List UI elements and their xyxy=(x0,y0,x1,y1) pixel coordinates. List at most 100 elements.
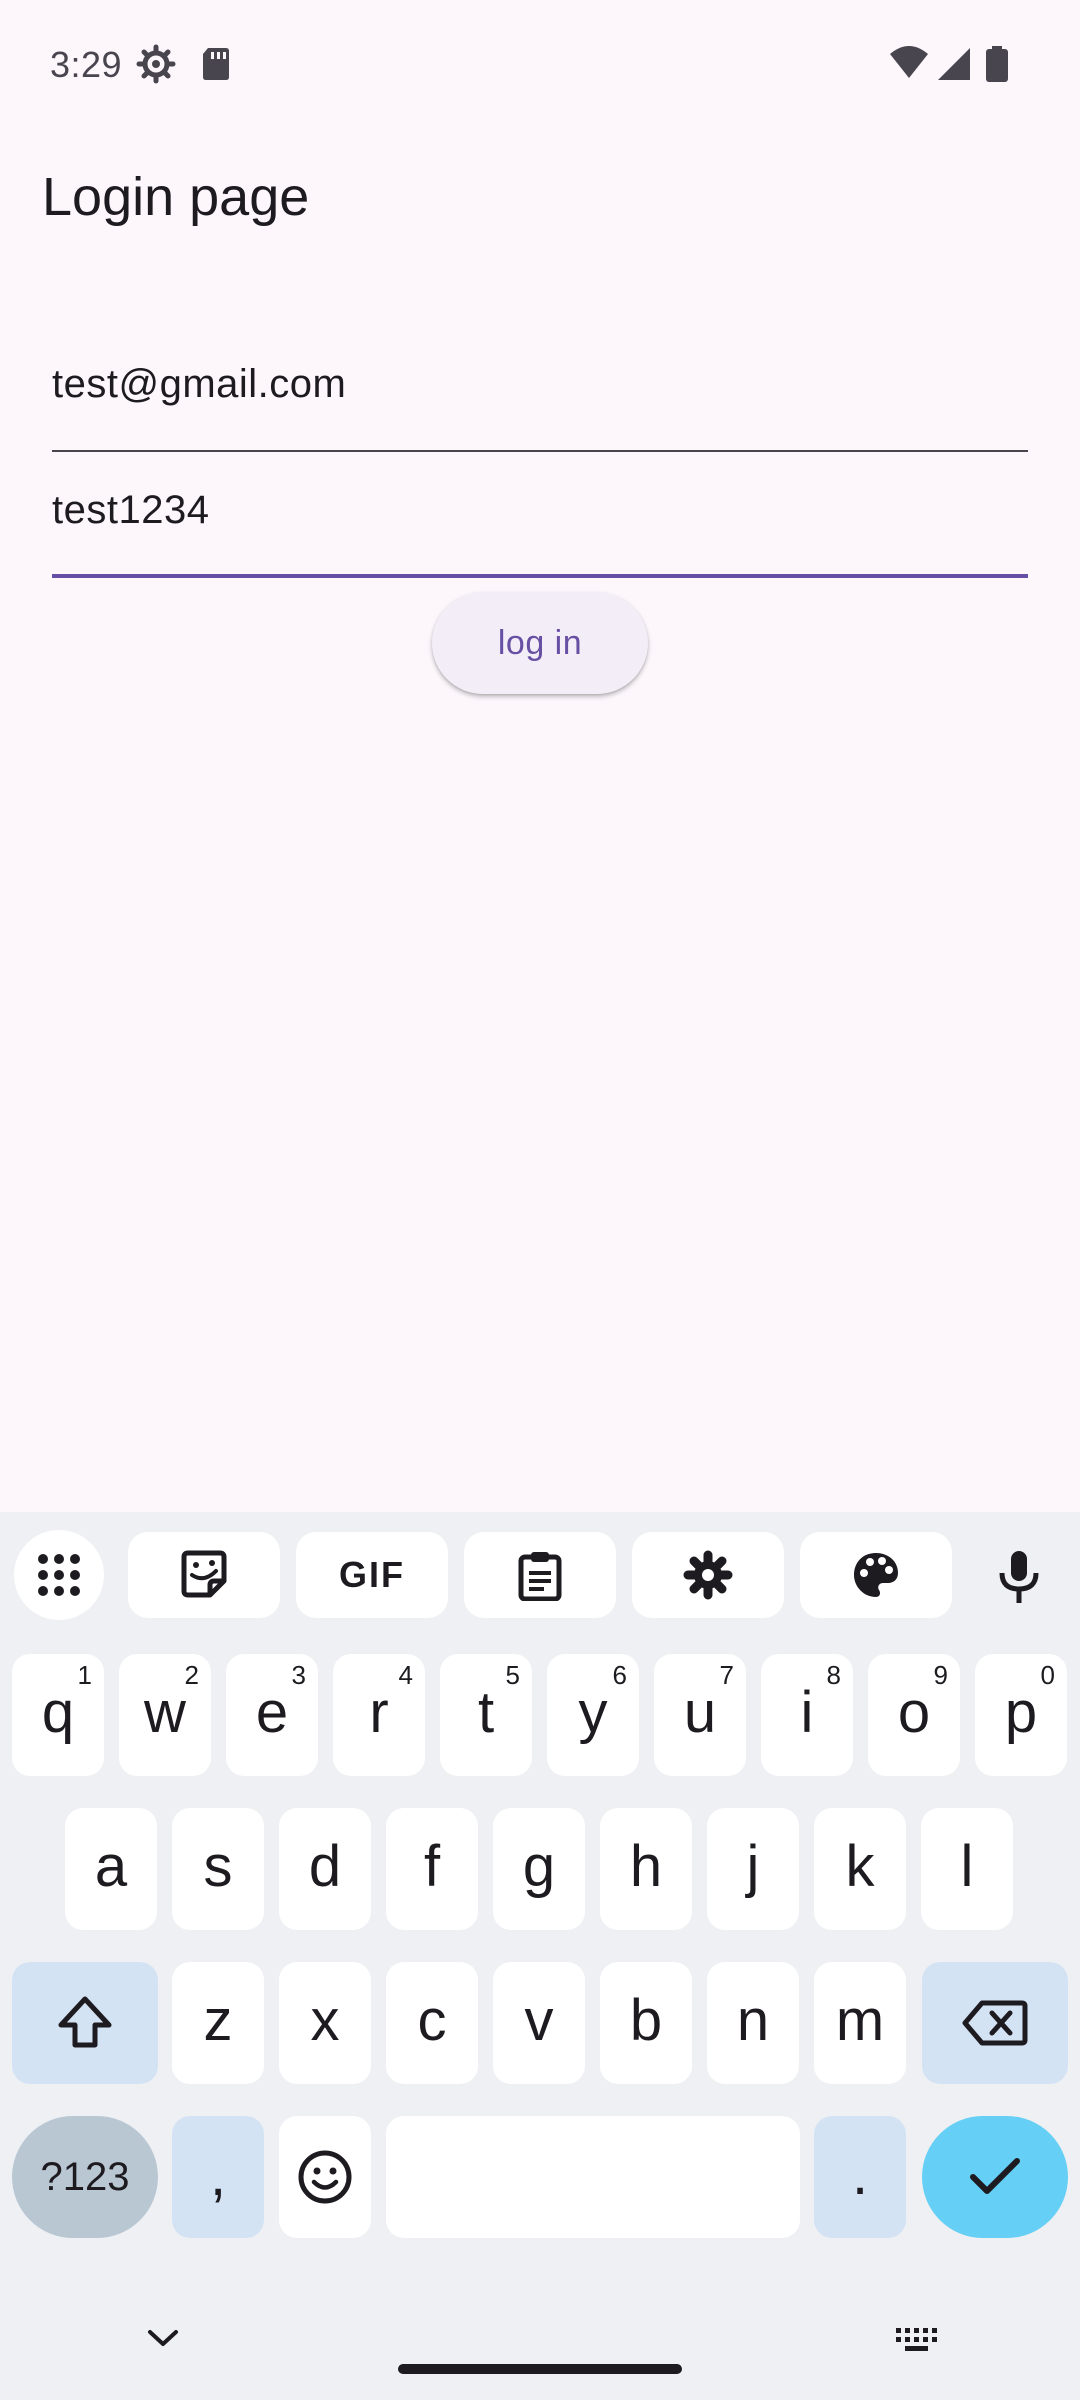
palette-icon xyxy=(854,1553,898,1597)
space-key[interactable] xyxy=(386,2116,800,2238)
key-x[interactable]: x xyxy=(279,1962,371,2084)
key-g-label: g xyxy=(522,1834,556,1899)
signal-icon xyxy=(938,48,970,80)
email-field-underline xyxy=(52,450,1028,452)
key-m[interactable]: m xyxy=(814,1962,906,2084)
keyboard-switch-icon[interactable] xyxy=(894,2326,938,2352)
key-f[interactable]: f xyxy=(386,1808,478,1930)
key-r-label: r xyxy=(369,1680,389,1745)
symbols-key[interactable]: ?123 xyxy=(12,2116,158,2238)
key-z-label: z xyxy=(203,1988,233,2053)
key-c[interactable]: c xyxy=(386,1962,478,2084)
key-r-hint: 4 xyxy=(398,1660,413,1690)
page-title: Login page xyxy=(42,167,310,227)
hide-keyboard-icon[interactable] xyxy=(146,2328,180,2348)
key-h[interactable]: h xyxy=(600,1808,692,1930)
key-e-label: e xyxy=(255,1680,289,1745)
voice-input-button[interactable] xyxy=(974,1532,1064,1622)
key-u-hint: 7 xyxy=(719,1660,734,1690)
key-a[interactable]: a xyxy=(65,1808,157,1930)
password-field-underline xyxy=(52,574,1028,578)
key-y-hint: 6 xyxy=(612,1660,627,1690)
password-field-value: test1234 xyxy=(52,488,210,532)
key-k[interactable]: k xyxy=(814,1808,906,1930)
key-z[interactable]: z xyxy=(172,1962,264,2084)
password-field[interactable]: test1234 xyxy=(52,488,1028,578)
key-u[interactable]: u7 xyxy=(654,1654,746,1776)
key-p[interactable]: p0 xyxy=(975,1654,1067,1776)
email-field[interactable]: test@gmail.com xyxy=(52,362,1028,452)
key-v-label: v xyxy=(524,1988,554,2053)
key-a-label: a xyxy=(94,1834,128,1899)
shift-icon xyxy=(58,1996,112,2048)
key-o-label: o xyxy=(897,1680,931,1745)
key-n[interactable]: n xyxy=(707,1962,799,2084)
key-i-hint: 8 xyxy=(826,1660,841,1690)
key-k-label: k xyxy=(845,1834,875,1899)
settings-icon xyxy=(136,44,176,84)
battery-icon xyxy=(986,46,1008,82)
key-b[interactable]: b xyxy=(600,1962,692,2084)
navigation-bar xyxy=(0,2240,1080,2400)
key-o[interactable]: o9 xyxy=(868,1654,960,1776)
microphone-icon xyxy=(999,1551,1039,1603)
apps-grid-icon xyxy=(38,1554,80,1596)
key-c-label: c xyxy=(417,1988,447,2053)
theme-button[interactable] xyxy=(800,1532,952,1618)
status-time: 3:29 xyxy=(50,44,123,85)
backspace-key[interactable] xyxy=(922,1962,1068,2084)
key-n-label: n xyxy=(736,1988,770,2053)
comma-key[interactable]: , xyxy=(172,2116,264,2238)
key-o-hint: 9 xyxy=(933,1660,948,1690)
key-g[interactable]: g xyxy=(493,1808,585,1930)
key-w[interactable]: w2 xyxy=(119,1654,211,1776)
login-button[interactable]: log in xyxy=(432,592,648,694)
period-key[interactable]: . xyxy=(814,2116,906,2238)
clipboard-button[interactable] xyxy=(464,1532,616,1618)
keyboard-settings-button[interactable] xyxy=(632,1532,784,1618)
key-p-label: p xyxy=(1004,1680,1038,1745)
sd-card-icon xyxy=(203,48,229,80)
key-j[interactable]: j xyxy=(707,1808,799,1930)
key-y[interactable]: y6 xyxy=(547,1654,639,1776)
key-i-label: i xyxy=(800,1680,814,1745)
wifi-icon xyxy=(890,46,928,78)
key-v[interactable]: v xyxy=(493,1962,585,2084)
key-d[interactable]: d xyxy=(279,1808,371,1930)
key-d-label: d xyxy=(308,1834,342,1899)
key-s-label: s xyxy=(203,1834,233,1899)
emoji-icon xyxy=(298,2150,352,2204)
enter-key[interactable] xyxy=(922,2116,1068,2238)
key-b-label: b xyxy=(629,1988,663,2053)
gif-button[interactable]: GIF xyxy=(296,1532,448,1618)
key-m-label: m xyxy=(835,1988,885,2053)
checkmark-icon xyxy=(970,2158,1020,2194)
key-t-hint: 5 xyxy=(505,1660,520,1690)
sticker-button[interactable] xyxy=(128,1532,280,1618)
key-r[interactable]: r4 xyxy=(333,1654,425,1776)
key-w-hint: 2 xyxy=(184,1660,199,1690)
email-field-value: test@gmail.com xyxy=(52,362,347,406)
shift-key[interactable] xyxy=(12,1962,158,2084)
key-j-label: j xyxy=(746,1834,760,1899)
key-l[interactable]: l xyxy=(921,1808,1013,1930)
clipboard-icon xyxy=(518,1552,562,1601)
key-t-label: t xyxy=(477,1680,495,1745)
home-indicator[interactable] xyxy=(398,2364,682,2374)
settings-icon xyxy=(683,1550,733,1600)
key-u-label: u xyxy=(683,1680,717,1745)
key-e[interactable]: e3 xyxy=(226,1654,318,1776)
key-l-label: l xyxy=(960,1834,974,1899)
key-s[interactable]: s xyxy=(172,1808,264,1930)
key-q-label: q xyxy=(41,1680,75,1745)
key-h-label: h xyxy=(629,1834,663,1899)
key-x-label: x xyxy=(310,1988,340,2053)
apps-grid-button[interactable] xyxy=(14,1530,104,1620)
emoji-key[interactable] xyxy=(279,2116,371,2238)
key-t[interactable]: t5 xyxy=(440,1654,532,1776)
key-i[interactable]: i8 xyxy=(761,1654,853,1776)
key-p-hint: 0 xyxy=(1040,1660,1055,1690)
key-q[interactable]: q1 xyxy=(12,1654,104,1776)
key-f-label: f xyxy=(423,1834,441,1899)
key-y-label: y xyxy=(578,1680,608,1745)
